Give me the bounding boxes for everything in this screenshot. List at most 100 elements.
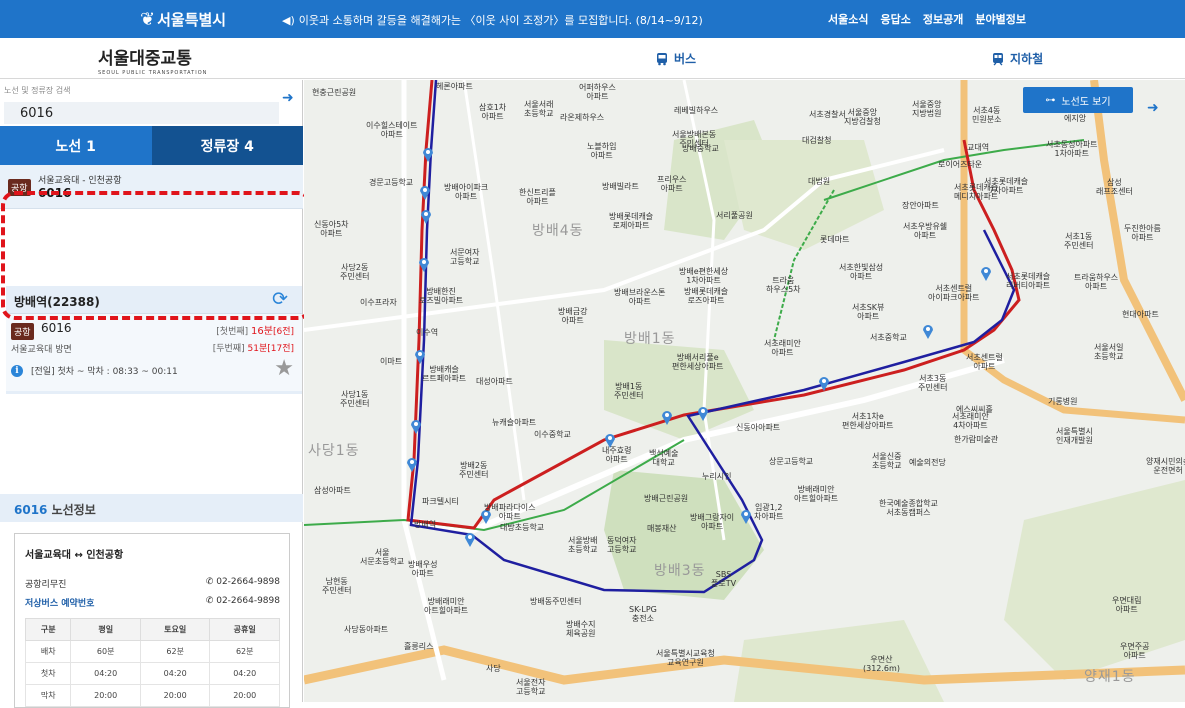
search-label: 노선 및 정류장 검색	[4, 86, 71, 95]
bus-stop-pin-icon[interactable]	[406, 456, 418, 472]
result-tabs: 노선 1 정류장 4	[0, 126, 303, 165]
arrival-row[interactable]: 공항 6016 서울교육대 방면 [첫번째] 16분[6전] [두번째] 51분…	[6, 313, 302, 391]
map-label: 어퍼하우스 아파트	[579, 83, 616, 101]
route-info-title: 노선정보	[47, 503, 96, 517]
map-label: 방배역	[414, 520, 437, 529]
top-nav-fields[interactable]: 분야별정보	[975, 11, 1026, 27]
map-label: 서초한빛삼성 아파트	[839, 263, 884, 281]
highlight-box	[1, 191, 312, 320]
map-label: 한신트리플 아파트	[519, 188, 556, 206]
bus-stop-pin-icon[interactable]	[661, 409, 673, 425]
bus-stop-pin-icon[interactable]	[464, 531, 476, 547]
map-label: SBS 플로TV	[711, 570, 737, 588]
map-label: 뉴캐슬아파트	[492, 418, 537, 427]
route-info-box: 서울교육대 ↔ 인천공항 공항리무진 ✆ 02-2664-9898 저상버스 예…	[14, 533, 290, 708]
map-label: 한가람미술관	[954, 435, 999, 444]
seoul-logo-icon: ❦	[140, 9, 156, 30]
map-view[interactable]: 헤론아파트 현충근린공원 이수힐스테이트 아파트 삼호1차 아파트 서울서래 초등학교…	[304, 80, 1185, 702]
map-label: 대법원	[808, 177, 831, 186]
bus-stop-pin-icon[interactable]	[422, 146, 434, 162]
bus-stop-pin-icon[interactable]	[980, 265, 992, 281]
district-label: 방배4동	[532, 223, 584, 239]
bus-stop-pin-icon[interactable]	[740, 508, 752, 524]
map-label: 서초1동 주민센터	[1064, 232, 1094, 250]
seoul-logo-text: 서울특별시	[157, 11, 227, 29]
map-label: 서초센트럴 아파트	[966, 353, 1003, 371]
bus-stop-pin-icon[interactable]	[410, 418, 422, 434]
airport-badge: 공항	[11, 323, 34, 340]
first-arrival: [첫번째] 16분[6전]	[216, 326, 294, 337]
map-label: 서울 서문초등학교	[360, 548, 405, 566]
map-label: 삼성 래프조센터	[1096, 178, 1133, 196]
map-label: 서울서래 초등학교	[524, 100, 554, 118]
map-label: 트라움 하우스5차	[766, 276, 801, 294]
bus-stop-pin-icon[interactable]	[420, 208, 432, 224]
bus-stop-pin-icon[interactable]	[697, 405, 709, 421]
low-floor-reserve-label[interactable]: 저상버스 예약번호	[25, 596, 94, 609]
reserve-phone: ✆ 02-2664-9898	[205, 596, 280, 606]
search-panel: 노선 및 정류장 검색 ➜ 노선 1 정류장 4 공항 서울교육대 - 인천공항…	[0, 80, 303, 708]
map-label: 한국예술종합학교 서초동캠퍼스	[879, 499, 938, 517]
map-label: 신동아아파트	[736, 423, 781, 432]
map-label: 방배중학교	[682, 144, 719, 153]
brand-logo[interactable]: 서울대중교통 SEOUL PUBLIC TRANSPORTATION	[98, 44, 207, 76]
map-label: 이마트	[380, 357, 403, 366]
search-arrow-icon[interactable]: ➜	[282, 90, 294, 106]
favorite-star-icon[interactable]: ★	[274, 356, 294, 381]
map-next-arrow-icon[interactable]: ➜	[1147, 100, 1159, 116]
map-label: 장안아파트	[902, 201, 939, 210]
seoul-logo[interactable]: ❦ 서울특별시	[140, 9, 226, 30]
map-label: 매봉재산	[647, 524, 677, 533]
nav-bus[interactable]: 버스	[655, 50, 696, 67]
map-label: 두진한아름 아파트	[1124, 224, 1161, 242]
top-nav-news[interactable]: 서울소식	[828, 11, 868, 27]
map-label: 대방초등학교	[500, 523, 545, 532]
bus-stop-pin-icon[interactable]	[418, 256, 430, 272]
bus-stop-pin-icon[interactable]	[922, 323, 934, 339]
bus-stop-pin-icon[interactable]	[419, 184, 431, 200]
map-label: 방배롯데캐슬 로제아파트	[609, 212, 654, 230]
map-label: 방배아이파크 아파트	[444, 183, 489, 201]
bus-icon	[657, 52, 667, 65]
map-label: 서초우방유쉘 아파트	[903, 222, 948, 240]
nav-subway[interactable]: 지하철	[991, 50, 1043, 67]
map-label: 서울방배 초등학교	[568, 536, 598, 554]
notice-banner[interactable]: ◀) 이웃과 소통하며 갈등을 해결해가는 〈이웃 사이 조정가〉를 모집합니다…	[282, 12, 703, 28]
map-label: 사당2동 주민센터	[340, 263, 370, 281]
top-nav-eungdapso[interactable]: 응답소	[880, 11, 910, 27]
district-label: 방배1동	[624, 331, 676, 347]
bus-stop-pin-icon[interactable]	[414, 348, 426, 364]
table-row: 막차 20:00 20:00 20:00	[24, 684, 280, 707]
site-header: 서울대중교통 SEOUL PUBLIC TRANSPORTATION 버스 지하…	[0, 38, 1185, 79]
map-label: 방배1동 주민센터	[614, 382, 644, 400]
map-label: 로이어즈타운	[938, 160, 983, 169]
map-label: 임광1,2 차아파트	[754, 503, 784, 521]
info-icon: i	[11, 365, 23, 377]
map-label: 누리시인	[702, 472, 732, 481]
tab-stops[interactable]: 정류장 4	[151, 126, 303, 165]
schedule-header: 토요일	[139, 618, 211, 641]
map-label: 서울전자 고등학교	[516, 678, 546, 696]
map-label: 서초1차e 편한세상아파트	[842, 412, 894, 430]
route-map-view-button[interactable]: ⊶ 노선도 보기	[1023, 87, 1133, 113]
map-label: 현대아파트	[1122, 310, 1159, 319]
subway-icon	[993, 52, 1003, 65]
search-input[interactable]	[4, 102, 279, 124]
map-label: 이수역	[416, 328, 439, 337]
map-label: 서울신중 초등학교	[872, 452, 902, 470]
company-phone: ✆ 02-2664-9898	[205, 577, 280, 587]
map-label: SK-LPG 충전소	[629, 605, 657, 623]
top-nav-info[interactable]: 정보공개	[923, 11, 963, 27]
nav-subway-label: 지하철	[1010, 52, 1044, 66]
tab-routes[interactable]: 노선 1	[0, 126, 152, 165]
map-label: 에지앙	[1064, 114, 1087, 123]
route-info-number: 6016	[14, 503, 48, 517]
map-label: 서초래미안 아파트	[764, 339, 801, 357]
schedule-header-row: 구분 평일 토요일 공휴일	[24, 618, 280, 641]
map-label: 우면주공 아파트	[1120, 642, 1150, 660]
map-label: 기롱병원	[1048, 397, 1078, 406]
bus-stop-pin-icon[interactable]	[818, 375, 830, 391]
map-label: 트라움하우스 아파트	[1074, 273, 1119, 291]
map-label: 서초중학교	[870, 333, 907, 342]
map-label: 방배래미안 아트힐아파트	[794, 485, 839, 503]
